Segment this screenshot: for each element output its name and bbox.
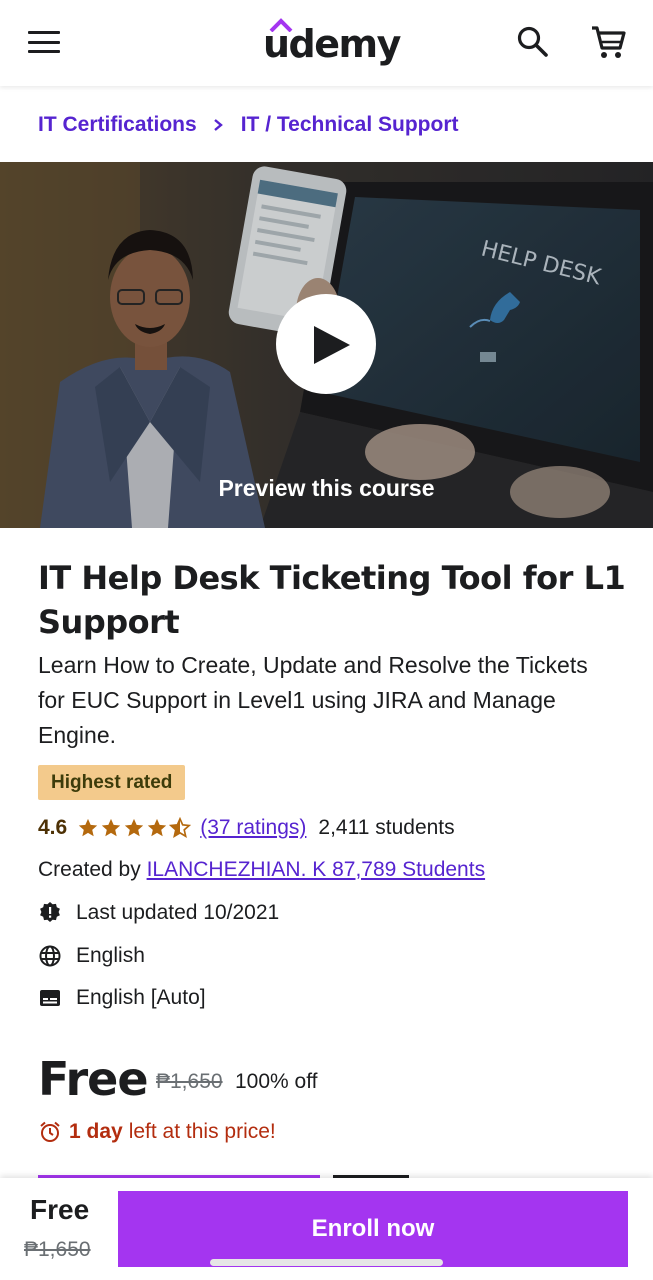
footer-price: Free xyxy=(30,1194,90,1225)
star-full-icon xyxy=(102,818,121,837)
captions-text: English [Auto] xyxy=(76,986,206,1009)
course-title: IT Help Desk Ticketing Tool for L1 Suppo… xyxy=(38,559,626,641)
highest-rated-badge: Highest rated xyxy=(38,765,186,800)
play-icon xyxy=(314,326,350,364)
new-badge-icon xyxy=(40,902,60,922)
star-full-icon xyxy=(125,818,144,837)
captions-row: English [Auto] xyxy=(38,983,206,1013)
chevron-right-icon xyxy=(213,119,223,131)
home-indicator[interactable] xyxy=(210,1259,443,1266)
star-full-icon xyxy=(79,818,98,837)
course-subtitle: Learn How to Create, Update and Resolve … xyxy=(38,652,588,748)
created-by-label: Created by xyxy=(38,858,141,881)
top-app-bar: udemy xyxy=(0,0,653,86)
alarm-clock-icon xyxy=(40,1121,60,1142)
star-full-icon xyxy=(148,818,167,837)
course-preview-video[interactable]: HELP DESK Preview this course xyxy=(0,162,653,528)
cart-icon[interactable] xyxy=(588,22,628,62)
breadcrumb-it-certifications[interactable]: IT Certifications xyxy=(38,113,197,137)
instructor-link[interactable]: ILANCHEZHIAN. K 87,789 Students xyxy=(147,858,486,881)
deadline-bold-text: 1 day xyxy=(69,1120,123,1143)
search-icon[interactable] xyxy=(515,24,551,60)
language-row: English xyxy=(38,941,145,971)
price-original: ₱1,650 xyxy=(156,1070,223,1093)
star-half-icon xyxy=(169,817,192,838)
logo-text: udemy xyxy=(263,22,401,66)
breadcrumb-it-technical-support[interactable]: IT / Technical Support xyxy=(241,113,459,137)
hamburger-menu-icon[interactable] xyxy=(28,31,60,53)
deadline-rest-text: left at this price! xyxy=(128,1120,276,1143)
created-by-row: Created by ILANCHEZHIAN. K 87,789 Studen… xyxy=(38,855,485,885)
udemy-logo[interactable]: udemy xyxy=(263,18,401,68)
rating-row: 4.6 (37 ratings) 2,411 students xyxy=(38,812,455,844)
play-button[interactable] xyxy=(276,294,376,394)
last-updated-text: Last updated 10/2021 xyxy=(76,901,280,924)
language-text: English xyxy=(76,944,145,967)
star-rating xyxy=(77,817,192,839)
preview-this-course-label: Preview this course xyxy=(218,475,435,501)
students-count: 2,411 students xyxy=(318,816,455,839)
price-discount: 100% off xyxy=(235,1070,318,1093)
captions-icon xyxy=(40,990,60,1006)
rating-value: 4.6 xyxy=(38,816,68,839)
footer-original-price: ₱1,650 xyxy=(24,1238,91,1261)
enroll-now-button[interactable]: Enroll now xyxy=(118,1191,628,1267)
globe-icon xyxy=(39,945,61,967)
ratings-count-link[interactable]: (37 ratings) xyxy=(200,816,306,840)
price-current: Free xyxy=(38,1052,149,1106)
last-updated-row: Last updated 10/2021 xyxy=(38,898,279,928)
breadcrumb: IT Certifications IT / Technical Support xyxy=(38,110,459,140)
price-deadline: 1 day left at this price! xyxy=(38,1120,276,1144)
